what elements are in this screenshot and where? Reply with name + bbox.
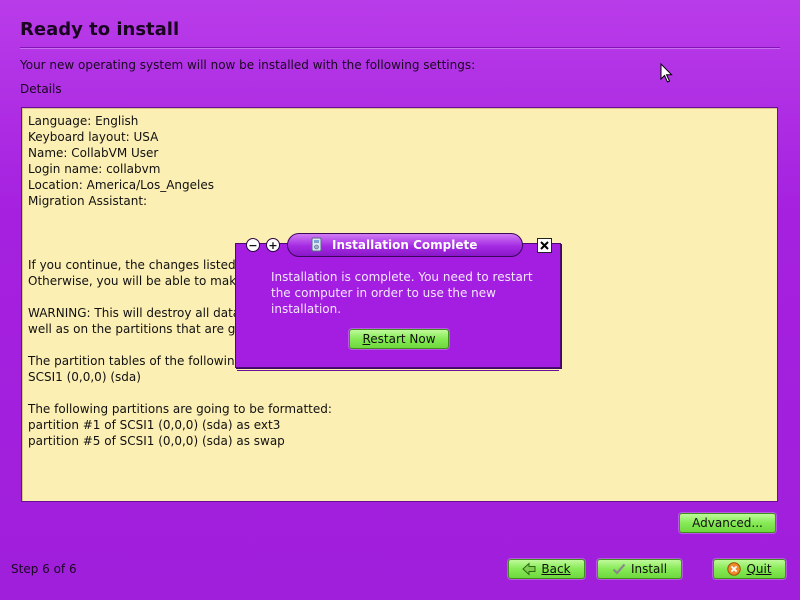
title-divider (20, 47, 780, 49)
details-line (28, 385, 771, 401)
step-indicator: Step 6 of 6 (11, 562, 77, 576)
details-line: Login name: collabvm (28, 162, 161, 176)
dialog-title-pill[interactable]: Installation Complete (287, 233, 523, 257)
install-button-label: Install (630, 562, 668, 576)
dialog-title: Installation Complete (332, 238, 478, 252)
checkmark-icon (612, 562, 626, 576)
details-line: Location: America/Los_Angeles (28, 178, 215, 192)
page-title: Ready to install (20, 19, 180, 40)
advanced-button-label: Advanced... (692, 516, 763, 530)
details-line: Migration Assistant: (28, 194, 148, 208)
restart-now-button[interactable]: Restart Now (349, 329, 449, 349)
dialog-titlebar[interactable]: − + Installation Complete (235, 233, 561, 259)
minimize-button[interactable]: − (246, 238, 260, 252)
details-line: Keyboard layout: USA (28, 130, 159, 144)
installation-complete-dialog: − + Installation Complete Installation i… (235, 233, 561, 371)
close-icon (540, 241, 549, 250)
details-line: Language: English (28, 114, 139, 128)
mouse-pointer-icon (660, 63, 673, 83)
details-line (28, 209, 771, 225)
page-subtitle: Your new operating system will now be in… (20, 58, 476, 72)
back-button[interactable]: Back (508, 559, 585, 579)
details-line: partition #1 of SCSI1 (0,0,0) (sda) as e… (28, 418, 281, 432)
maximize-button[interactable]: + (266, 238, 280, 252)
dialog-message: Installation is complete. You need to re… (271, 270, 533, 316)
details-line: Name: CollabVM User (28, 146, 159, 160)
details-label: Details (20, 82, 62, 96)
quit-button-label: Quit (746, 562, 772, 576)
dialog-separator (237, 370, 559, 371)
details-line: The following partitions are going to be… (28, 402, 332, 416)
minimize-icon: − (248, 238, 258, 252)
quit-button[interactable]: Quit (713, 559, 786, 579)
cancel-icon (727, 562, 742, 576)
dialog-close-button[interactable] (537, 238, 552, 253)
back-button-label: Back (541, 562, 571, 576)
details-line: SCSI1 (0,0,0) (sda) (28, 370, 141, 384)
advanced-button[interactable]: Advanced... (679, 513, 776, 533)
details-line: partition #5 of SCSI1 (0,0,0) (sda) as s… (28, 434, 285, 448)
back-arrow-icon (522, 562, 536, 576)
installer-icon (310, 237, 324, 253)
maximize-icon: + (268, 238, 278, 252)
install-button[interactable]: Install (597, 559, 682, 579)
restart-now-label: Restart Now (362, 332, 436, 346)
